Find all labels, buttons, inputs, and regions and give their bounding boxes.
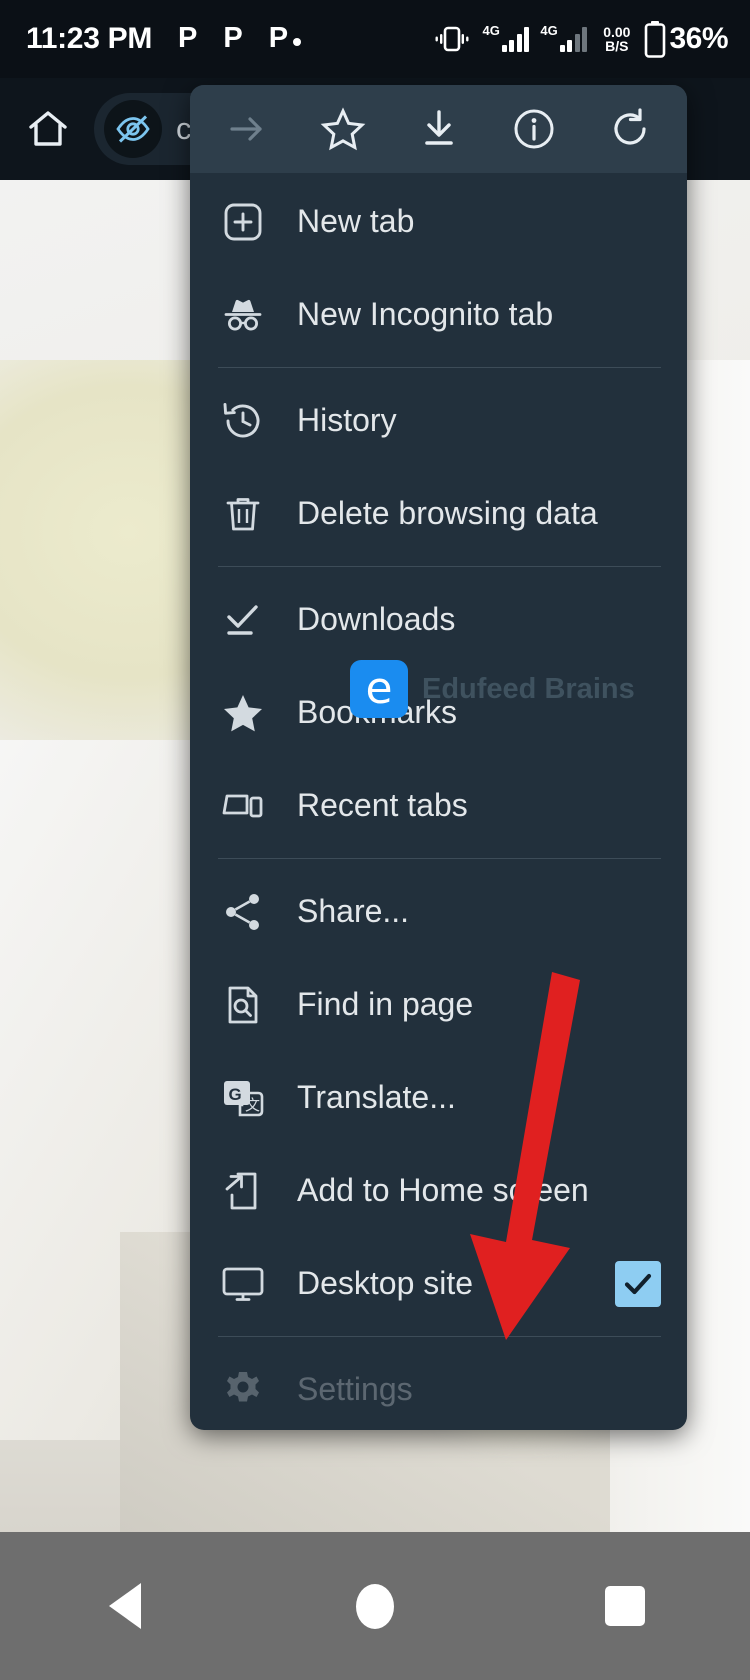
menu-item-share[interactable]: Share... bbox=[190, 865, 687, 958]
menu-item-history[interactable]: History bbox=[190, 374, 687, 467]
notification-icons: P P P bbox=[178, 21, 302, 54]
data-speed-indicator: 0.00 B/S bbox=[603, 23, 631, 54]
star-filled-icon bbox=[217, 687, 269, 739]
status-clock: 11:23 PM bbox=[26, 22, 153, 55]
trash-icon bbox=[217, 488, 269, 540]
bookmark-star-button[interactable] bbox=[312, 98, 374, 160]
menu-item-label: Find in page bbox=[297, 986, 474, 1022]
menu-item-delete-browsing-data[interactable]: Delete browsing data bbox=[190, 467, 687, 560]
checkmark-icon bbox=[624, 1273, 652, 1294]
notification-icon-p-1: P bbox=[178, 21, 198, 54]
recent-tabs-icon bbox=[217, 780, 269, 832]
info-icon bbox=[514, 109, 554, 149]
menu-item-label: Recent tabs bbox=[297, 787, 468, 823]
signal-bars-1 bbox=[501, 26, 530, 52]
menu-item-recent-tabs[interactable]: Recent tabs bbox=[190, 759, 687, 852]
signal-bars-2 bbox=[559, 26, 588, 52]
share-icon bbox=[217, 886, 269, 938]
add-to-home-icon bbox=[217, 1165, 269, 1217]
battery-icon bbox=[645, 21, 666, 58]
menu-item-label: Downloads bbox=[297, 601, 456, 637]
svg-text:文: 文 bbox=[245, 1096, 260, 1114]
gear-icon bbox=[217, 1364, 269, 1416]
translate-icon: G 文 bbox=[217, 1072, 269, 1124]
star-icon bbox=[320, 107, 366, 151]
svg-text:G: G bbox=[229, 1085, 242, 1104]
menu-divider-2 bbox=[218, 566, 661, 567]
nav-recents-button[interactable] bbox=[570, 1551, 680, 1661]
menu-item-list: New tab New Incognito tab History Delete… bbox=[190, 173, 687, 1430]
new-tab-icon bbox=[217, 196, 269, 248]
menu-item-label: New Incognito tab bbox=[297, 296, 554, 332]
browser-main-menu: New tab New Incognito tab History Delete… bbox=[190, 85, 687, 1430]
menu-item-downloads[interactable]: Downloads bbox=[190, 573, 687, 666]
menu-item-label: Delete browsing data bbox=[297, 495, 598, 531]
menu-item-settings[interactable]: Settings bbox=[190, 1343, 687, 1430]
find-in-page-icon bbox=[217, 979, 269, 1031]
desktop-site-checkbox[interactable] bbox=[615, 1260, 661, 1307]
history-icon bbox=[217, 395, 269, 447]
menu-item-label: New tab bbox=[297, 203, 415, 239]
reload-button[interactable] bbox=[599, 98, 661, 160]
menu-item-translate[interactable]: G 文 Translate... bbox=[190, 1051, 687, 1144]
menu-item-label: Share... bbox=[297, 893, 410, 929]
desktop-icon bbox=[217, 1258, 269, 1310]
forward-arrow-icon bbox=[230, 117, 262, 141]
menu-item-label: Translate... bbox=[297, 1079, 456, 1115]
menu-item-label: History bbox=[297, 402, 397, 438]
signal-icon-sim2: 4G bbox=[540, 23, 588, 52]
reload-icon bbox=[614, 108, 646, 145]
status-right-icons: 4G 4G 0.00 B/S 36% bbox=[432, 20, 728, 58]
home-icon bbox=[29, 111, 67, 146]
home-button[interactable] bbox=[20, 101, 76, 157]
android-navigation-bar bbox=[0, 1532, 750, 1680]
home-circle-icon bbox=[356, 1583, 394, 1629]
page-info-button[interactable] bbox=[503, 98, 565, 160]
omnibox-badge[interactable] bbox=[104, 100, 162, 158]
incognito-icon bbox=[217, 289, 269, 341]
menu-item-add-to-home-screen[interactable]: Add to Home screen bbox=[190, 1144, 687, 1237]
menu-item-label: Add to Home screen bbox=[297, 1172, 589, 1208]
nav-home-button[interactable] bbox=[320, 1551, 430, 1661]
menu-item-bookmarks[interactable]: Bookmarks bbox=[190, 666, 687, 759]
menu-item-new-tab[interactable]: New tab bbox=[190, 175, 687, 268]
nav-back-button[interactable] bbox=[70, 1551, 180, 1661]
download-page-button[interactable] bbox=[408, 98, 470, 160]
status-bar: 11:23 PM P P P 4G 4G 0.00 B/S 36% bbox=[0, 0, 750, 78]
data-speed-unit: B/S bbox=[605, 38, 629, 54]
network-type-label-2: 4G bbox=[540, 23, 558, 38]
battery-percent: 36% bbox=[669, 22, 728, 55]
download-icon bbox=[424, 110, 453, 145]
menu-divider-1 bbox=[218, 367, 661, 368]
signal-icon-sim1: 4G bbox=[482, 23, 530, 52]
menu-item-label: Desktop site bbox=[297, 1265, 474, 1301]
downloads-icon bbox=[217, 594, 269, 646]
forward-button[interactable] bbox=[216, 98, 278, 160]
network-type-label-1: 4G bbox=[482, 23, 500, 38]
menu-item-new-incognito-tab[interactable]: New Incognito tab bbox=[190, 268, 687, 361]
notification-icon-p-3: P bbox=[268, 21, 302, 54]
vibrate-icon bbox=[435, 26, 469, 52]
notification-icon-p-2: P bbox=[223, 21, 243, 54]
menu-header-actions bbox=[190, 85, 687, 173]
recents-square-icon bbox=[605, 1586, 645, 1626]
data-speed-value: 0.00 bbox=[603, 23, 631, 40]
menu-divider-3 bbox=[218, 858, 661, 859]
battery-indicator: 36% bbox=[643, 20, 728, 58]
menu-item-find-in-page[interactable]: Find in page bbox=[190, 958, 687, 1051]
menu-item-label: Settings bbox=[297, 1371, 413, 1407]
back-triangle-icon bbox=[109, 1583, 141, 1629]
eye-slash-icon bbox=[116, 115, 150, 143]
menu-item-label: Bookmarks bbox=[297, 694, 458, 730]
menu-divider-4 bbox=[218, 1336, 661, 1337]
phone-screen: 11:23 PM P P P 4G 4G 0.00 B/S 36% New ta… bbox=[0, 0, 750, 1680]
menu-item-desktop-site[interactable]: Desktop site bbox=[190, 1237, 687, 1330]
